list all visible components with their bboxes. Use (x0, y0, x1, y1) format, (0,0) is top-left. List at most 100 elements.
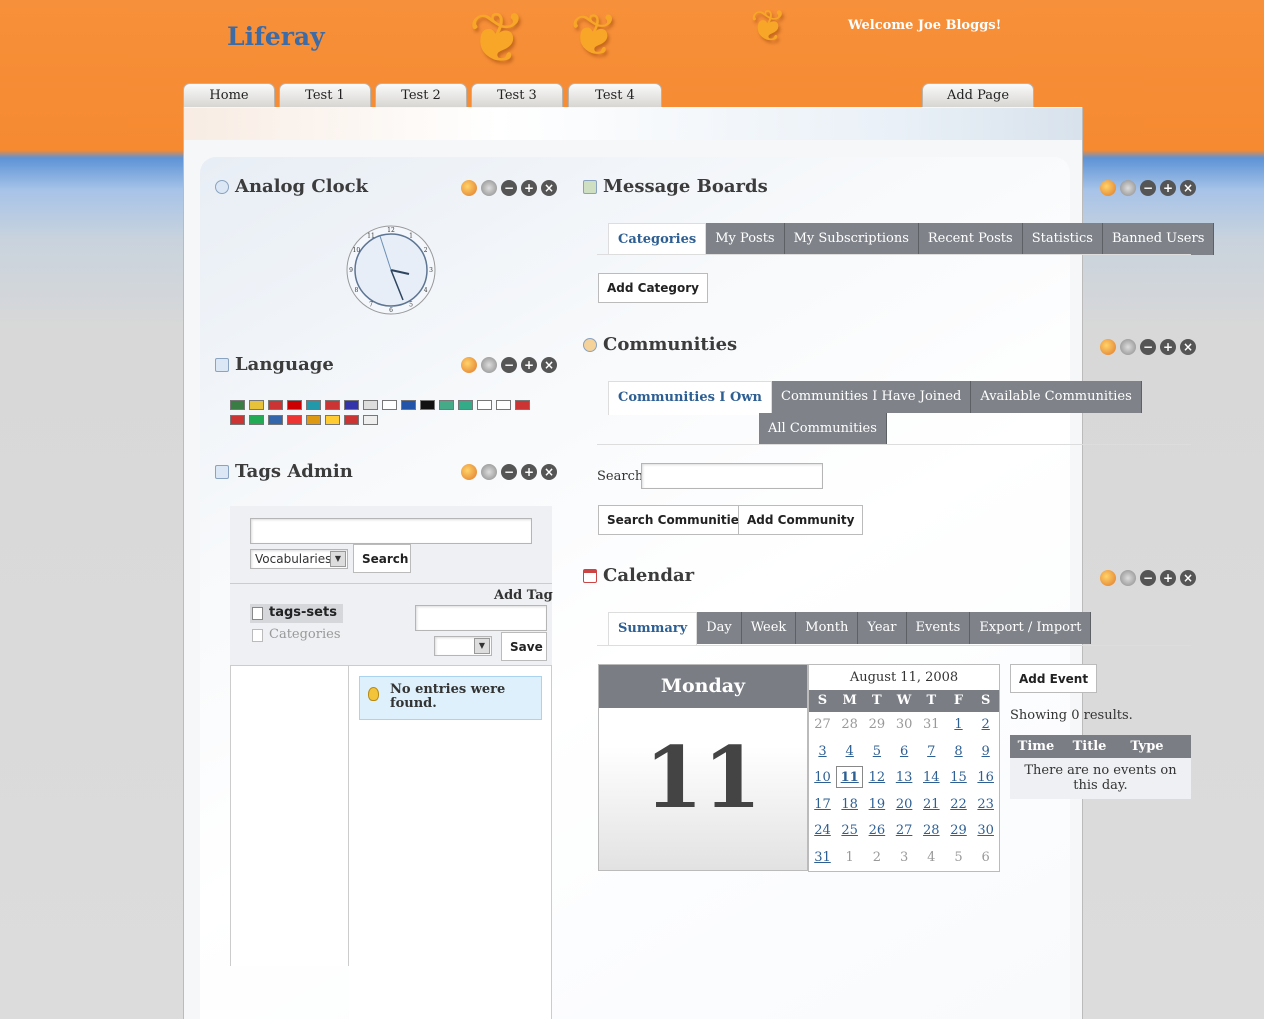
language-flag-icon[interactable] (344, 400, 359, 410)
tree-item[interactable]: Categories (250, 626, 343, 645)
language-flag-icon[interactable] (306, 415, 321, 425)
calendar-day[interactable]: 5 (863, 744, 890, 759)
calendar-day[interactable]: 11 (836, 766, 864, 788)
tab-all-communities[interactable]: All Communities (759, 413, 887, 445)
language-flag-icon[interactable] (325, 415, 340, 425)
language-flag-icon[interactable] (230, 415, 245, 425)
calendar-day[interactable]: 21 (918, 797, 945, 812)
maximize-icon[interactable]: + (521, 464, 537, 480)
calendar-day[interactable]: 8 (945, 744, 972, 759)
calendar-day[interactable]: 6 (891, 744, 918, 759)
calendar-day[interactable]: 10 (809, 770, 836, 785)
close-icon[interactable]: × (1180, 180, 1196, 196)
language-flag-icon[interactable] (477, 400, 492, 410)
tab-day[interactable]: Day (697, 612, 742, 644)
language-flag-icon[interactable] (268, 400, 283, 410)
language-flag-icon[interactable] (325, 400, 340, 410)
calendar-day[interactable]: 22 (945, 797, 972, 812)
add-page-button[interactable]: Add Page (922, 83, 1034, 107)
add-tag-label[interactable]: Add Tag (494, 588, 553, 603)
language-flag-icon[interactable] (363, 400, 378, 410)
calendar-day[interactable]: 28 (918, 823, 945, 838)
language-flag-icon[interactable] (382, 400, 397, 410)
calendar-day[interactable]: 26 (863, 823, 890, 838)
nav-tab-test-2[interactable]: Test 2 (375, 83, 467, 107)
tab-communities-i-have-joined[interactable]: Communities I Have Joined (772, 381, 972, 413)
chevron-down-icon[interactable]: ▼ (474, 638, 490, 654)
configuration-icon[interactable] (1120, 570, 1136, 586)
language-flag-icon[interactable] (344, 415, 359, 425)
maximize-icon[interactable]: + (1160, 180, 1176, 196)
language-flag-icon[interactable] (401, 400, 416, 410)
tab-my-posts[interactable]: My Posts (706, 223, 785, 255)
maximize-icon[interactable]: + (521, 180, 537, 196)
language-flag-icon[interactable] (496, 400, 511, 410)
language-flag-icon[interactable] (287, 415, 302, 425)
language-flag-icon[interactable] (363, 415, 378, 425)
calendar-day[interactable]: 24 (809, 823, 836, 838)
add-category-button[interactable]: Add Category (598, 273, 708, 303)
tab-my-subscriptions[interactable]: My Subscriptions (784, 223, 919, 255)
minimize-icon[interactable]: − (501, 180, 517, 196)
tab-events[interactable]: Events (906, 612, 971, 644)
chevron-down-icon[interactable]: ▼ (330, 551, 346, 567)
configuration-icon[interactable] (481, 464, 497, 480)
tab-communities-i-own[interactable]: Communities I Own (608, 381, 773, 415)
language-flag-icon[interactable] (249, 415, 264, 425)
calendar-day[interactable]: 1 (945, 717, 972, 732)
configuration-icon[interactable] (481, 180, 497, 196)
calendar-day[interactable]: 13 (891, 770, 918, 785)
maximize-icon[interactable]: + (1160, 339, 1176, 355)
calendar-day[interactable]: 19 (863, 797, 890, 812)
calendar-day[interactable]: 16 (972, 770, 999, 785)
configuration-icon[interactable] (481, 357, 497, 373)
tab-year[interactable]: Year (858, 612, 907, 644)
calendar-day[interactable]: 17 (809, 797, 836, 812)
tab-recent-posts[interactable]: Recent Posts (918, 223, 1023, 255)
language-flag-icon[interactable] (439, 400, 454, 410)
minimize-icon[interactable]: − (1140, 570, 1156, 586)
close-icon[interactable]: × (1180, 339, 1196, 355)
tags-search-input[interactable] (250, 518, 532, 544)
calendar-day[interactable]: 23 (972, 797, 999, 812)
calendar-day[interactable]: 12 (863, 770, 890, 785)
configuration-icon[interactable] (1120, 339, 1136, 355)
nav-tab-test-1[interactable]: Test 1 (279, 83, 371, 107)
vocabularies-select[interactable]: Vocabularies ▼ (250, 549, 348, 569)
tab-export-import[interactable]: Export / Import (970, 612, 1092, 644)
tree-item-selected[interactable]: tags-sets (250, 604, 343, 623)
look-and-feel-icon[interactable] (1100, 180, 1116, 196)
tab-available-communities[interactable]: Available Communities (971, 381, 1142, 413)
calendar-day[interactable]: 29 (945, 823, 972, 838)
tags-search-button[interactable]: Search (353, 544, 411, 573)
calendar-day[interactable]: 4 (836, 744, 863, 759)
calendar-day[interactable]: 2 (972, 717, 999, 732)
look-and-feel-icon[interactable] (1100, 339, 1116, 355)
close-icon[interactable]: × (1180, 570, 1196, 586)
tab-statistics[interactable]: Statistics (1022, 223, 1103, 255)
calendar-day[interactable]: 20 (891, 797, 918, 812)
calendar-day[interactable]: 31 (809, 850, 836, 865)
look-and-feel-icon[interactable] (461, 180, 477, 196)
tab-week[interactable]: Week (741, 612, 797, 644)
calendar-day[interactable]: 15 (945, 770, 972, 785)
save-button[interactable]: Save (501, 632, 547, 661)
minimize-icon[interactable]: − (1140, 180, 1156, 196)
look-and-feel-icon[interactable] (461, 464, 477, 480)
nav-tab-test-3[interactable]: Test 3 (471, 83, 563, 107)
calendar-day[interactable]: 27 (891, 823, 918, 838)
calendar-day[interactable]: 9 (972, 744, 999, 759)
calendar-day[interactable]: 14 (918, 770, 945, 785)
language-flag-icon[interactable] (420, 400, 435, 410)
calendar-day[interactable]: 30 (972, 823, 999, 838)
tab-categories[interactable]: Categories (608, 223, 707, 255)
tab-month[interactable]: Month (796, 612, 859, 644)
minimize-icon[interactable]: − (501, 357, 517, 373)
nav-tab-home[interactable]: Home (183, 83, 275, 107)
configuration-icon[interactable] (1120, 180, 1136, 196)
look-and-feel-icon[interactable] (461, 357, 477, 373)
tab-banned-users[interactable]: Banned Users (1102, 223, 1215, 255)
communities-search-input[interactable] (641, 463, 823, 489)
tab-summary[interactable]: Summary (608, 612, 698, 646)
search-communities-button[interactable]: Search Communities (598, 505, 756, 535)
